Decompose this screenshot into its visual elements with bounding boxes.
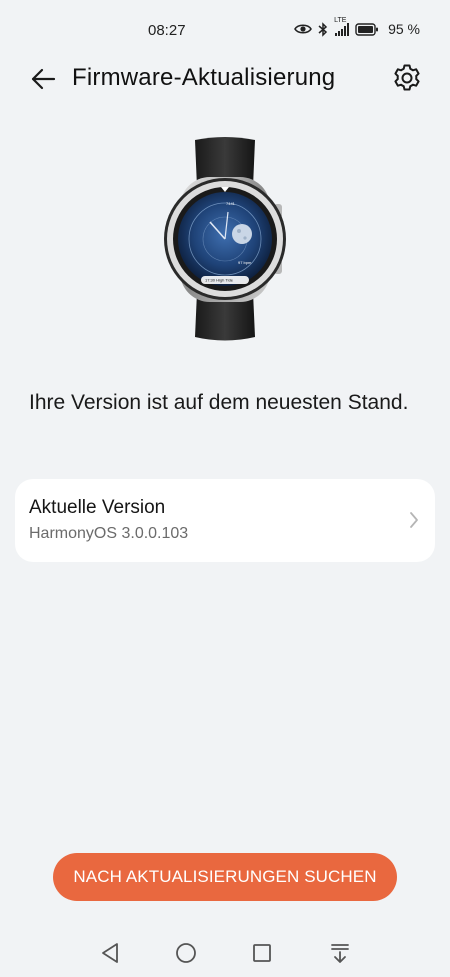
signal-icon: LTE [334, 17, 350, 36]
battery-icon [355, 22, 379, 36]
update-status-message: Ihre Version ist auf dem neuesten Stand. [29, 391, 409, 414]
battery-percentage: 95 % [388, 21, 420, 37]
watch-tide-readout: 17:30 High Tide [205, 278, 234, 283]
chevron-right-icon [410, 512, 418, 528]
page-title: Firmware-Aktualisierung [72, 64, 336, 91]
recents-square-icon[interactable] [249, 940, 275, 966]
watch-heartrate-readout: 97 bpm [238, 260, 252, 265]
version-card-value: HarmonyOS 3.0.0.103 [29, 525, 189, 542]
network-type-label: LTE [334, 17, 347, 24]
arrow-left-icon[interactable] [28, 64, 58, 94]
version-card-title: Aktuelle Version [29, 497, 166, 518]
system-navigation-bar [0, 928, 450, 977]
watch-image: 7441 97 bpm 17:30 High Tide [150, 132, 300, 352]
status-time: 08:27 [148, 22, 186, 39]
current-version-card[interactable]: Aktuelle Version HarmonyOS 3.0.0.103 [15, 479, 435, 562]
status-bar: 08:27 LTE 95 % [0, 0, 450, 62]
back-triangle-icon[interactable] [98, 940, 124, 966]
gear-icon[interactable] [391, 62, 423, 94]
watch-steps-readout: 7441 [226, 201, 236, 206]
watch-illustration: 7441 97 bpm 17:30 High Tide [164, 137, 286, 341]
status-icons: LTE 95 % [294, 17, 420, 37]
app-bar: Firmware-Aktualisierung [0, 60, 450, 100]
notification-down-icon[interactable] [327, 940, 353, 966]
home-circle-icon[interactable] [173, 940, 199, 966]
bluetooth-icon [318, 21, 328, 37]
eye-icon [294, 24, 313, 34]
check-for-updates-button[interactable]: NACH AKTUALISIERUNGEN SUCHEN [53, 853, 397, 901]
